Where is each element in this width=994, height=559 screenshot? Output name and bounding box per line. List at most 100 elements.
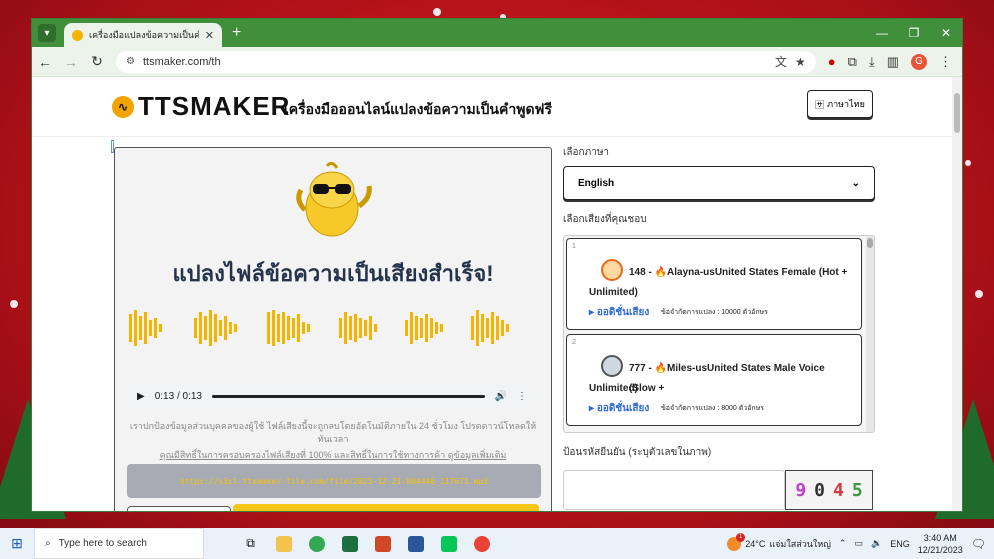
- page-scrollbar[interactable]: [952, 77, 962, 511]
- voice-name-continued: Unlimited): [589, 383, 638, 394]
- audio-progress-bar[interactable]: [211, 394, 485, 398]
- search-placeholder: Type here to search: [58, 538, 147, 549]
- voice-name: 777 - 🔥Miles-usUnited States Male Voice …: [629, 363, 825, 394]
- tab-search-icon[interactable]: ▾: [38, 24, 56, 42]
- voice-limit: ข้อจำกัดการแปลง : 8000 ตัวอักษร: [661, 405, 765, 412]
- browser-window: ▾ เครื่องมือแปลงข้อความเป็นคำพูดออนไ ✕ +…: [31, 18, 963, 512]
- voice-list-scrollbar[interactable]: [866, 236, 874, 432]
- voice-avatar: [601, 355, 623, 377]
- bookmark-star-icon[interactable]: ★: [795, 55, 806, 69]
- site-header: ∿ TTSMAKER เครื่องมือออนไลน์แปลงข้อความเ…: [32, 77, 952, 153]
- voice-card[interactable]: 1 148 - 🔥Alayna-usUnited States Female (…: [566, 238, 862, 330]
- system-tray: 1 24°C แจ่มใสส่วนใหญ่ ⌃ ▭ 🔉 ENG 3:40 AM …: [727, 532, 994, 556]
- volume-icon[interactable]: 🔊: [495, 391, 507, 402]
- reload-icon[interactable]: ↻: [90, 53, 104, 70]
- voice-index: 1: [572, 243, 576, 250]
- weather-badge: 1: [736, 532, 746, 542]
- audition-button[interactable]: ▸ ออดิชั่นเสียง: [589, 305, 649, 320]
- voice-list[interactable]: 1 148 - 🔥Alayna-usUnited States Female (…: [563, 235, 875, 433]
- voice-avatar: [601, 259, 623, 281]
- word-icon[interactable]: [399, 528, 432, 559]
- close-tab-icon[interactable]: ✕: [205, 29, 214, 42]
- browser-toolbar: ← → ↻ ⚙ ttsmaker.com/th 文 ★ ● ⧉ ⤓ ▥ G ⋮: [32, 47, 962, 77]
- back-icon[interactable]: ←: [38, 54, 52, 70]
- language-select-value: English: [578, 177, 615, 189]
- line-icon[interactable]: [432, 528, 465, 559]
- voice-name: 148 - 🔥Alayna-usUnited States Female (Ho…: [629, 267, 848, 278]
- browser-tab[interactable]: เครื่องมือแปลงข้อความเป็นคำพูดออนไ ✕: [64, 23, 222, 47]
- clock[interactable]: 3:40 AM 12/21/2023: [918, 532, 963, 556]
- extension-badge-icon[interactable]: ●: [828, 54, 836, 69]
- close-window-icon[interactable]: ✕: [930, 19, 962, 47]
- chrome-profile-icon[interactable]: [465, 528, 498, 559]
- notification-icon[interactable]: 🗨: [971, 537, 986, 551]
- excel-icon[interactable]: [333, 528, 366, 559]
- privacy-notice: เราปกป้องข้อมูลส่วนบุคคลของผู้ใช้ ไฟล์เส…: [129, 421, 537, 444]
- audio-time: 0:13 / 0:13: [154, 390, 202, 402]
- favicon-icon: [72, 29, 83, 41]
- voice-card[interactable]: 2 777 - 🔥Miles-usUnited States Male Voic…: [566, 334, 862, 426]
- chevron-down-icon: ⌄: [851, 177, 860, 189]
- site-info-icon[interactable]: ⚙: [126, 56, 135, 67]
- language-button[interactable]: 🈂 ภาษาไทย: [807, 90, 873, 118]
- clock-time: 3:40 AM: [923, 532, 957, 543]
- audio-player[interactable]: ▶ 0:13 / 0:13 🔊 ⋮: [127, 380, 537, 412]
- address-bar[interactable]: ⚙ ttsmaker.com/th 文 ★: [116, 50, 816, 73]
- file-explorer-icon[interactable]: [267, 528, 300, 559]
- translate-icon[interactable]: 文: [775, 53, 787, 70]
- settings-column: เลือกภาษา English ⌄ เลือกเสียงที่คุณชอบ …: [563, 145, 875, 510]
- tab-bar: ▾ เครื่องมือแปลงข้อความเป็นคำพูดออนไ ✕ +…: [32, 19, 962, 47]
- voice-label: เลือกเสียงที่คุณชอบ: [563, 214, 647, 225]
- new-tab-icon[interactable]: +: [232, 24, 241, 42]
- windows-start-icon[interactable]: ⊞: [0, 535, 34, 552]
- captcha-digit: 4: [833, 479, 844, 501]
- volume-tray-icon[interactable]: 🔉: [871, 538, 882, 549]
- voice-index: 2: [572, 339, 576, 346]
- taskbar: ⊞ ⌕ Type here to search ⧉ 1 24°C แจ่มใสส…: [0, 528, 994, 559]
- logo-text: TTSMAKER: [138, 91, 291, 121]
- file-url-box[interactable]: https://s3cl.ttsmaker-file.com/file/2023…: [127, 464, 541, 498]
- taskbar-search[interactable]: ⌕ Type here to search: [34, 528, 204, 559]
- browser-menu-icon[interactable]: ⋮: [939, 54, 952, 70]
- weather-icon: 1: [727, 532, 746, 551]
- forward-icon[interactable]: →: [64, 54, 78, 70]
- profile-avatar[interactable]: G: [911, 53, 927, 70]
- side-panel-icon[interactable]: ▥: [887, 54, 899, 70]
- waveform-graphic: [129, 310, 509, 346]
- download-icon[interactable]: ⤓: [869, 54, 875, 70]
- more-options-icon[interactable]: ⋮: [517, 391, 527, 402]
- tab-title: เครื่องมือแปลงข้อความเป็นคำพูดออนไ: [89, 30, 199, 40]
- task-view-icon[interactable]: ⧉: [234, 528, 267, 559]
- result-panel: แปลงไฟล์ข้อความเป็นเสียงสำเร็จ! ▶ 0:13 /…: [114, 147, 552, 511]
- weather-widget[interactable]: 1 24°C แจ่มใสส่วนใหญ่: [727, 532, 831, 551]
- audition-button[interactable]: ▸ ออดิชั่นเสียง: [589, 401, 649, 416]
- secondary-button[interactable]: [127, 506, 231, 511]
- site-tagline: เครื่องมือออนไลน์แปลงข้อความเป็นคำพูดฟรี: [284, 101, 552, 117]
- download-button[interactable]: [233, 504, 539, 511]
- lang-indicator[interactable]: ENG: [890, 539, 910, 549]
- network-icon[interactable]: ▭: [854, 538, 863, 549]
- play-icon[interactable]: ▶: [137, 391, 145, 402]
- extensions-puzzle-icon[interactable]: ⧉: [848, 54, 857, 70]
- clock-date: 12/21/2023: [917, 544, 963, 555]
- mascot-image: [296, 161, 372, 237]
- audition-label: ออดิชั่นเสียง: [596, 307, 650, 318]
- rights-link[interactable]: คุณมีสิทธิ์ในการครอบครองไฟล์เสียงที่ 100…: [125, 448, 541, 462]
- minimize-icon[interactable]: —: [866, 19, 898, 47]
- voice-limit: ข้อจำกัดการแปลง : 10000 ตัวอักษร: [661, 309, 768, 316]
- chrome-icon[interactable]: [300, 528, 333, 559]
- weather-temp: 24°C: [745, 538, 766, 549]
- chevron-up-icon[interactable]: ⌃: [839, 538, 847, 549]
- restore-icon[interactable]: ❐: [898, 19, 930, 47]
- weather-desc: แจ่มใสส่วนใหญ่: [769, 538, 831, 549]
- captcha-input[interactable]: [563, 470, 785, 510]
- captcha-digit: 9: [795, 479, 807, 501]
- url-text: ttsmaker.com/th: [142, 55, 221, 68]
- translate-icon: 🈂: [815, 99, 825, 110]
- site-logo[interactable]: ∿ TTSMAKER: [112, 91, 290, 122]
- powerpoint-icon[interactable]: [366, 528, 399, 559]
- captcha-digit: 0: [814, 479, 825, 501]
- language-select[interactable]: English ⌄: [563, 166, 875, 200]
- logo-wave-icon: ∿: [112, 95, 134, 118]
- captcha-image[interactable]: 9 0 4 5: [785, 470, 873, 510]
